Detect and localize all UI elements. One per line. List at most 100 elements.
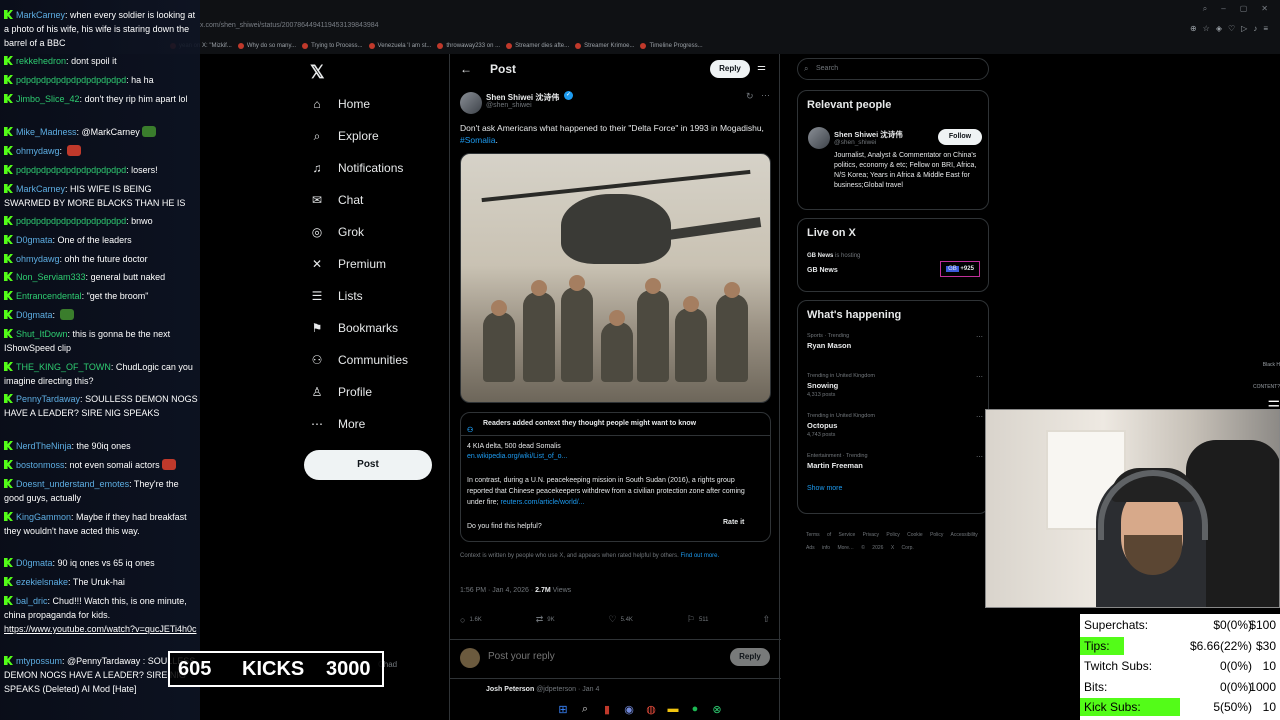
- xbox-icon[interactable]: ⊗: [710, 703, 724, 716]
- nav-item-explore[interactable]: ⌕ Explore: [310, 126, 379, 146]
- chat-username[interactable]: ohmydawg: [16, 254, 60, 264]
- chat-username[interactable]: MarkCarney: [16, 10, 65, 20]
- chat-username[interactable]: D0gmata: [16, 235, 53, 245]
- reply-top-button[interactable]: Reply: [710, 60, 750, 78]
- grok-explain-icon[interactable]: ↻: [746, 91, 754, 102]
- folder-icon[interactable]: ▬: [666, 703, 680, 715]
- maximize-icon[interactable]: ▢: [1240, 4, 1248, 14]
- chat-username[interactable]: ohmydawg: [16, 146, 60, 156]
- chat-username[interactable]: bal_dric: [16, 596, 48, 606]
- follow-button[interactable]: Follow: [938, 129, 982, 145]
- tune-icon[interactable]: ⚌: [757, 62, 766, 73]
- x-logo-icon[interactable]: 𝕏: [310, 62, 325, 83]
- search-input[interactable]: ⌕ Search: [797, 58, 989, 80]
- chat-username[interactable]: D0gmata: [16, 310, 53, 320]
- browser-tab[interactable]: Timeline Progress...: [640, 40, 703, 52]
- chat-username[interactable]: ezekielsnake: [16, 577, 68, 587]
- show-more-link[interactable]: Show more: [807, 485, 842, 492]
- trend-item[interactable]: Sports · Trending Ryan Mason ⋯: [807, 333, 983, 352]
- chat-username[interactable]: THE_KING_OF_TOWN: [16, 362, 111, 372]
- compose-post-button[interactable]: Post: [304, 450, 432, 480]
- footer-links[interactable]: Terms of Service Privacy Policy Cookie P…: [806, 529, 986, 555]
- nav-item-more[interactable]: ⋯ More: [310, 414, 365, 434]
- browser-tab[interactable]: Streamer Krimoe...: [575, 40, 634, 52]
- trend-more-icon[interactable]: ⋯: [976, 333, 983, 341]
- reply-input[interactable]: [488, 651, 688, 662]
- trend-more-icon[interactable]: ⋯: [976, 453, 983, 461]
- nav-item-home[interactable]: ⌂ Home: [310, 94, 370, 114]
- find-out-more-link[interactable]: Find out more.: [680, 553, 719, 559]
- chat-username[interactable]: Doesnt_understand_emotes: [16, 479, 129, 489]
- relevant-avatar[interactable]: [808, 127, 830, 149]
- trend-item[interactable]: Trending in United Kingdom Octopus 4,743 p…: [807, 413, 983, 438]
- chat-username[interactable]: pdpdpdpdpdpdpdpdpdpdpd: [16, 216, 126, 226]
- chat-username[interactable]: Mike_Madness: [16, 127, 77, 137]
- next-reply-author[interactable]: Josh Peterson @jdpeterson · Jan 4: [486, 686, 599, 693]
- trend-item[interactable]: Entertainment · Trending Martin Freeman ⋯: [807, 453, 983, 472]
- bookmark-action[interactable]: ⚐ 511: [687, 614, 709, 625]
- trend-more-icon[interactable]: ⋯: [976, 413, 983, 421]
- trend-more-icon[interactable]: ⋯: [976, 373, 983, 381]
- relevant-handle[interactable]: @shen_shiwei: [834, 139, 876, 146]
- live-listeners-badge[interactable]: GB +925: [940, 261, 980, 277]
- reply-button[interactable]: Reply: [730, 648, 770, 666]
- audio-icon[interactable]: ♪: [1253, 24, 1257, 33]
- search-icon[interactable]: ⌕: [1203, 4, 1207, 14]
- app-icon[interactable]: ▮: [600, 703, 614, 716]
- shield-icon[interactable]: ◈: [1216, 24, 1222, 33]
- chat-username[interactable]: KingGammon: [16, 512, 71, 522]
- rate-it-button[interactable]: Rate it: [723, 519, 744, 526]
- hashtag-link[interactable]: #Somalia: [460, 135, 495, 145]
- nav-item-profile[interactable]: ♙ Profile: [310, 382, 372, 402]
- more-options-icon[interactable]: ⋯: [761, 90, 770, 101]
- nav-item-bookmarks[interactable]: ⚑ Bookmarks: [310, 318, 398, 338]
- chat-username[interactable]: pdpdpdpdpdpdpdpdpdpdpd: [16, 75, 126, 85]
- search-icon[interactable]: ⌕: [578, 703, 592, 716]
- trend-item[interactable]: Trending in United Kingdom Snowing 4,313 p…: [807, 373, 983, 398]
- chrome-icon[interactable]: ◍: [644, 703, 658, 716]
- minimize-icon[interactable]: –: [1221, 4, 1225, 14]
- nav-item-chat[interactable]: ✉ Chat: [310, 190, 363, 210]
- browser-tab[interactable]: Why do so many...: [237, 40, 296, 52]
- chat-username[interactable]: rekkehedron: [16, 56, 66, 66]
- play-icon[interactable]: ▷: [1241, 24, 1247, 33]
- chat-username[interactable]: bostonmoss: [16, 460, 65, 470]
- zoom-icon[interactable]: ⊕: [1190, 24, 1197, 33]
- browser-tab[interactable]: Venezuela 'I am st...: [368, 40, 431, 52]
- post-image[interactable]: [460, 153, 771, 403]
- chat-username[interactable]: D0gmata: [16, 558, 53, 568]
- reply-action[interactable]: ○ 1.6K: [460, 614, 482, 625]
- close-icon[interactable]: ✕: [1261, 4, 1268, 14]
- note-source-link[interactable]: en.wikipedia.org/wiki/List_of_o...: [467, 453, 567, 460]
- heart-icon[interactable]: ♡: [1228, 24, 1235, 33]
- share-action[interactable]: ⇧: [762, 614, 770, 625]
- chat-link[interactable]: https://www.youtube.com/watch?v=qucJETi4…: [4, 624, 197, 634]
- chat-username[interactable]: PennyTardaway: [16, 394, 80, 404]
- chat-username[interactable]: mtypossum: [16, 656, 62, 666]
- star-icon[interactable]: ☆: [1203, 24, 1210, 33]
- live-name[interactable]: GB News: [807, 267, 838, 274]
- browser-tab[interactable]: Trying to Process...: [302, 40, 363, 52]
- back-arrow-icon[interactable]: ←: [460, 62, 472, 76]
- nav-item-lists[interactable]: ☰ Lists: [310, 286, 363, 306]
- repost-action[interactable]: ⇄ 9K: [536, 614, 555, 625]
- chat-username[interactable]: pdpdpdpdpdpdpdpdpdpdpd: [16, 165, 126, 175]
- author-avatar[interactable]: [460, 92, 482, 114]
- nav-item-notifications[interactable]: ♫ Notifications: [310, 158, 404, 178]
- nav-item-premium[interactable]: ✕ Premium: [310, 254, 386, 274]
- browser-tab[interactable]: Streamer dies afte...: [506, 40, 569, 52]
- note-reuters-link[interactable]: reuters.com/article/world/...: [500, 499, 584, 506]
- nav-item-communities[interactable]: ⚇ Communities: [310, 350, 408, 370]
- chat-username[interactable]: Non_Serviam333: [16, 272, 86, 282]
- chat-username[interactable]: Jimbo_Slice_42: [16, 94, 80, 104]
- menu-icon[interactable]: ≡: [1263, 24, 1268, 33]
- browser-tab[interactable]: throwaway233 on ...: [437, 40, 500, 52]
- post-time[interactable]: 1:56 PM · Jan 4, 2026 ·: [460, 587, 533, 594]
- windows-start-icon[interactable]: ⊞: [556, 703, 570, 716]
- address-bar[interactable]: x.com/shen_shiwei/status/200786449411945…: [200, 22, 379, 36]
- discord-icon[interactable]: ◉: [622, 703, 636, 716]
- spotify-icon[interactable]: ●: [688, 703, 702, 715]
- chat-username[interactable]: Entrancendental: [16, 291, 82, 301]
- chat-username[interactable]: NerdTheNinja: [16, 441, 72, 451]
- author-handle[interactable]: @shen_shiwei: [486, 102, 532, 109]
